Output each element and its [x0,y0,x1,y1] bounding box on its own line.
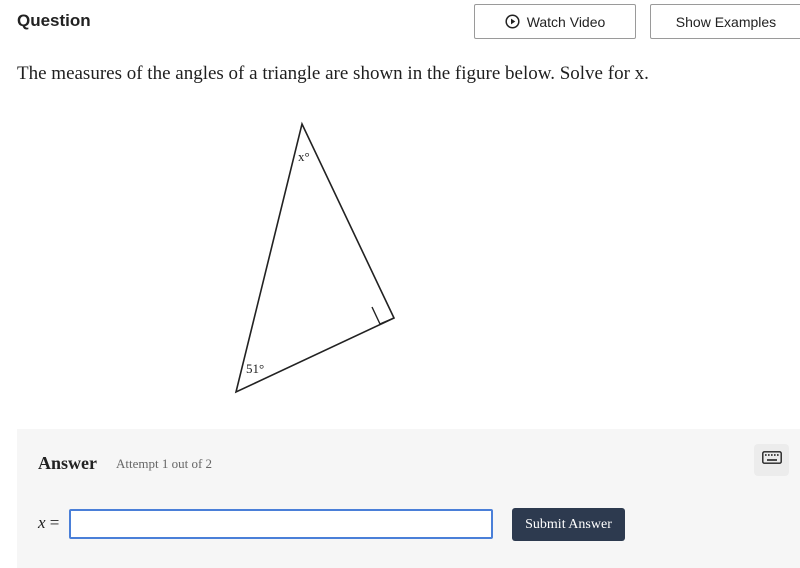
attempt-counter: Attempt 1 out of 2 [116,456,213,471]
equals-sign: = [49,513,60,532]
submit-answer-button[interactable]: Submit Answer [512,508,625,541]
keyboard-icon [761,451,782,469]
answer-variable-label: x = [38,513,59,533]
triangle-shape [234,121,396,394]
top-angle-label: x° [298,149,310,164]
triangle-figure: x° 51° [234,121,396,394]
bottom-angle-label: 51° [246,361,264,376]
answer-input[interactable] [69,509,493,539]
answer-label: Answer [38,453,97,473]
answer-panel: Answer Attempt 1 out of 2 x = Submit Ans… [17,429,800,568]
keyboard-button[interactable] [754,444,789,476]
variable-name: x [38,513,46,532]
